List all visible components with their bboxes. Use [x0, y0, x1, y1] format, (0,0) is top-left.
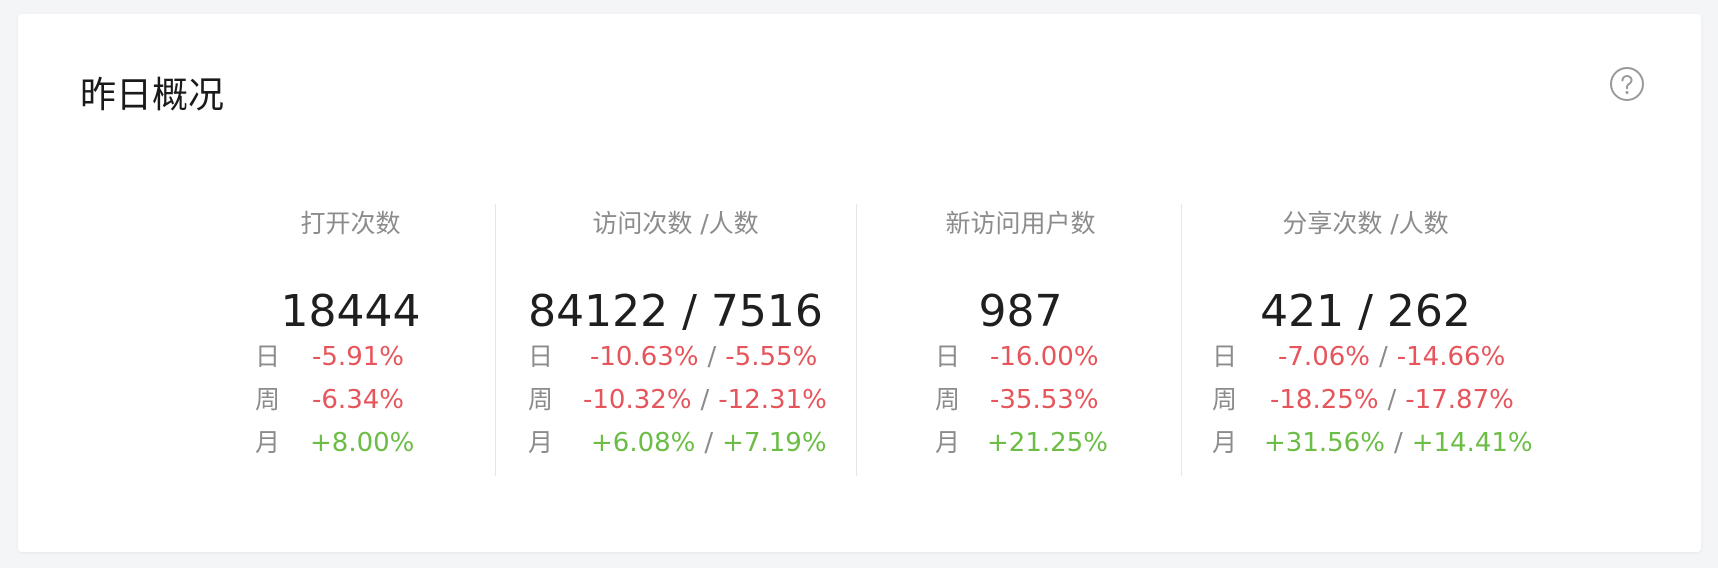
metric-value: 18444	[280, 286, 421, 337]
overview-card: 昨日概况 打开次数 18444 日 -5.91% 周 -6.34% 月 +8.0…	[18, 14, 1701, 552]
period-label: 日	[255, 342, 281, 371]
change-value: -10.63%	[590, 342, 699, 372]
change-value: -16.00%	[990, 342, 1099, 372]
help-circle-icon[interactable]	[1609, 66, 1645, 102]
change-value: -35.53%	[990, 385, 1099, 415]
change-value: -18.25%	[1270, 385, 1379, 415]
change-value: -7.06%	[1278, 342, 1370, 372]
metric-value: 987	[978, 286, 1063, 337]
change-value: -12.31%	[718, 385, 827, 415]
change-value: +7.19%	[722, 428, 827, 458]
period-label: 日	[528, 342, 554, 371]
change-value: -10.32%	[583, 385, 692, 415]
metric-label: 访问次数 /人数	[592, 209, 759, 238]
change-value: +6.08%	[591, 428, 696, 458]
change-value: +31.56%	[1264, 428, 1385, 458]
period-label: 周	[935, 385, 961, 414]
metric-label: 分享次数 /人数	[1282, 209, 1449, 238]
period-label: 月	[255, 428, 281, 457]
change-value: +8.00%	[310, 428, 415, 458]
period-label: 周	[528, 385, 554, 414]
change-value: -6.34%	[312, 385, 404, 415]
change-value: -5.55%	[725, 342, 818, 372]
change-value: +14.41%	[1411, 428, 1533, 458]
change-value: -5.91%	[312, 342, 404, 372]
metric-value: 84122 / 7516	[528, 286, 823, 337]
period-label: 日	[935, 342, 961, 371]
metric-divider	[1181, 204, 1182, 476]
metric-label: 打开次数	[300, 209, 401, 238]
change-value: -17.87%	[1405, 385, 1514, 415]
period-label: 周	[1212, 385, 1238, 414]
metric-divider	[495, 204, 496, 476]
period-label: 月	[1212, 428, 1238, 457]
period-label: 周	[255, 385, 281, 414]
metric-divider	[856, 204, 857, 476]
change-value: -14.66%	[1396, 342, 1506, 372]
period-label: 月	[935, 428, 961, 457]
card-title: 昨日概况	[80, 75, 225, 116]
metric-value: 421 / 262	[1260, 286, 1471, 337]
period-label: 月	[528, 428, 554, 457]
change-value: +21.25%	[987, 428, 1108, 458]
metric-label: 新访问用户数	[945, 209, 1096, 238]
period-label: 日	[1212, 342, 1238, 371]
